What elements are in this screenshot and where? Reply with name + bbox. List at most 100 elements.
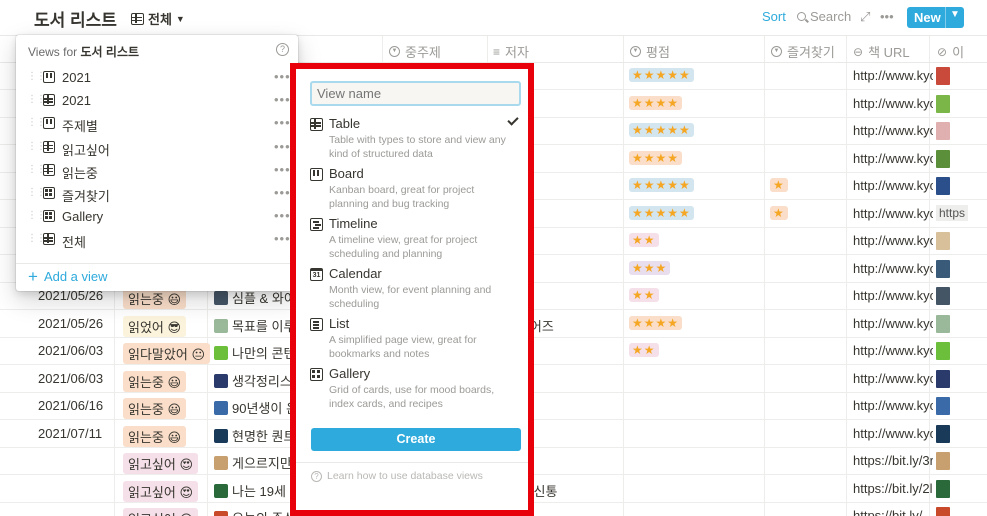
- image-url-text[interactable]: https: [936, 204, 969, 221]
- title-cell[interactable]: 생각정리스킬: [214, 371, 294, 390]
- book-cover-thumbnail[interactable]: [936, 424, 950, 443]
- view-name-input[interactable]: [310, 81, 521, 106]
- book-cover-thumbnail[interactable]: [936, 287, 950, 305]
- url-cell[interactable]: http://www.kyo: [853, 151, 933, 166]
- column-header-rating[interactable]: ▼ 평점: [630, 42, 670, 61]
- title-cell[interactable]: 목표를 이루: [214, 316, 294, 335]
- more-options-icon[interactable]: •••: [274, 69, 291, 84]
- status-cell[interactable]: 읽었어 😎: [123, 315, 187, 337]
- status-cell[interactable]: 읽고싶어 😍: [123, 453, 199, 474]
- url-cell[interactable]: http://www.kyo: [853, 343, 933, 358]
- view-type-gallery[interactable]: Gallery Grid of cards, use for mood board…: [310, 366, 525, 412]
- column-header-category[interactable]: ▼ 중주제: [389, 42, 441, 61]
- book-cover-thumbnail[interactable]: [936, 149, 950, 168]
- url-cell[interactable]: http://www.kyo: [853, 123, 933, 138]
- rating-cell[interactable]: ★★★★★: [629, 122, 759, 137]
- new-button[interactable]: New ▼: [907, 7, 964, 28]
- url-cell[interactable]: http://www.kyo: [853, 178, 933, 193]
- status-cell[interactable]: 읽다말았어 😐: [123, 343, 210, 364]
- view-item[interactable]: ⋮⋮ 읽는중 •••: [16, 160, 298, 182]
- add-view-button[interactable]: + Add a view: [28, 268, 108, 285]
- view-item[interactable]: ⋮⋮ 2021 •••: [16, 67, 298, 89]
- book-cover-thumbnail[interactable]: [936, 259, 950, 278]
- title-cell[interactable]: 나만의 콘텐: [214, 343, 294, 362]
- url-cell[interactable]: http://www.kyo: [853, 206, 933, 221]
- status-cell[interactable]: 읽는중 😃: [123, 398, 187, 419]
- status-cell[interactable]: 읽는중 😃: [123, 370, 187, 392]
- book-cover-thumbnail[interactable]: [936, 507, 950, 516]
- more-options-icon[interactable]: •••: [274, 92, 291, 107]
- learn-views-link[interactable]: ? Learn how to use database views: [311, 470, 483, 482]
- search-button[interactable]: Search: [797, 9, 851, 24]
- view-item[interactable]: ⋮⋮ 주제별 •••: [16, 113, 298, 135]
- book-cover-thumbnail[interactable]: [936, 314, 950, 333]
- rating-cell[interactable]: ★★: [629, 342, 759, 357]
- column-header-url[interactable]: ⊖ 책 URL: [853, 42, 910, 61]
- create-button[interactable]: Create: [311, 428, 521, 451]
- url-cell[interactable]: http://www.kyo: [853, 316, 933, 331]
- view-item[interactable]: ⋮⋮ 전체 •••: [16, 229, 298, 251]
- book-cover-thumbnail[interactable]: [936, 94, 950, 113]
- column-header-image[interactable]: ⊘ 이: [937, 42, 964, 61]
- url-cell[interactable]: https://bit.ly/2l: [853, 481, 933, 496]
- database-title[interactable]: 도서 리스트: [34, 6, 117, 31]
- expand-icon[interactable]: ⤢: [860, 9, 870, 25]
- url-cell[interactable]: http://www.kyo: [853, 96, 933, 111]
- title-cell[interactable]: 90년생이 온: [214, 398, 294, 417]
- title-cell[interactable]: 나는 19세 나에게 억을 빌려주어: [214, 481, 294, 500]
- rating-cell[interactable]: ★★: [629, 287, 759, 302]
- rating-cell[interactable]: ★★: [629, 232, 759, 247]
- book-cover-thumbnail[interactable]: [936, 397, 950, 415]
- view-type-list[interactable]: List A simplified page view, great for bo…: [310, 316, 525, 362]
- book-cover-thumbnail[interactable]: [936, 452, 950, 470]
- title-cell[interactable]: 게으르지만: [214, 453, 294, 472]
- url-cell[interactable]: https://bit.ly/: [853, 508, 933, 516]
- more-options-icon[interactable]: •••: [274, 231, 291, 246]
- url-cell[interactable]: http://www.kyo: [853, 233, 933, 248]
- rating-cell[interactable]: ★★★★: [629, 95, 759, 110]
- view-item[interactable]: ⋮⋮ 2021 •••: [16, 90, 298, 112]
- title-cell[interactable]: 오늘의 주식: [214, 508, 294, 516]
- view-item[interactable]: ⋮⋮ 즐겨찾기 •••: [16, 183, 298, 205]
- url-cell[interactable]: https://bit.ly/3r: [853, 453, 933, 468]
- book-cover-thumbnail[interactable]: [936, 479, 950, 498]
- view-item[interactable]: ⋮⋮ 읽고싶어 •••: [16, 137, 298, 159]
- book-cover-thumbnail[interactable]: [936, 122, 950, 140]
- book-cover-thumbnail[interactable]: [936, 369, 950, 388]
- more-options-icon[interactable]: •••: [274, 139, 291, 154]
- rating-cell[interactable]: ★★★: [629, 260, 759, 275]
- favorite-cell[interactable]: ★: [770, 177, 850, 192]
- help-icon[interactable]: ?: [276, 43, 289, 56]
- more-options-icon[interactable]: •••: [274, 162, 291, 177]
- status-cell[interactable]: 읽는중 😃: [123, 425, 187, 447]
- rating-cell[interactable]: ★★★★★: [629, 67, 759, 82]
- url-cell[interactable]: http://www.kyo: [853, 371, 933, 386]
- view-type-timeline[interactable]: Timeline A timeline view, great for proje…: [310, 216, 525, 262]
- url-cell[interactable]: http://www.kyo: [853, 68, 933, 83]
- rating-cell[interactable]: ★★★★: [629, 150, 759, 165]
- view-type-table[interactable]: Table Table with types to store and view …: [310, 114, 525, 162]
- current-view-switcher[interactable]: 전체 ▼: [131, 9, 185, 28]
- book-cover-thumbnail[interactable]: [936, 342, 950, 360]
- rating-cell[interactable]: ★★★★★: [629, 177, 759, 192]
- url-cell[interactable]: http://www.kyo: [853, 261, 933, 276]
- more-options-icon[interactable]: •••: [274, 208, 291, 223]
- status-cell[interactable]: 읽고싶어 😍: [123, 508, 199, 516]
- view-type-calendar[interactable]: 31 Calendar Month view, for event planning…: [310, 266, 525, 312]
- url-cell[interactable]: http://www.kyo: [853, 398, 933, 413]
- status-cell[interactable]: 읽는중 😃: [123, 288, 187, 309]
- sort-button[interactable]: Sort: [762, 9, 786, 24]
- book-cover-thumbnail[interactable]: [936, 177, 950, 195]
- view-type-board[interactable]: Board Kanban board, great for project pla…: [310, 166, 525, 212]
- status-cell[interactable]: 읽고싶어 😍: [123, 480, 199, 502]
- view-item[interactable]: ⋮⋮ Gallery •••: [16, 206, 298, 228]
- book-cover-thumbnail[interactable]: [936, 232, 950, 250]
- more-options-icon[interactable]: •••: [880, 9, 894, 24]
- title-cell[interactable]: 현명한 퀀트: [214, 426, 294, 445]
- rating-cell[interactable]: ★★★★: [629, 315, 759, 330]
- url-cell[interactable]: http://www.kyo: [853, 426, 933, 441]
- column-header-author[interactable]: ≡ 저자: [493, 42, 529, 61]
- column-header-favorite[interactable]: ▼ 즐겨찾기: [771, 42, 835, 61]
- more-options-icon[interactable]: •••: [274, 115, 291, 130]
- book-cover-thumbnail[interactable]: [936, 67, 950, 85]
